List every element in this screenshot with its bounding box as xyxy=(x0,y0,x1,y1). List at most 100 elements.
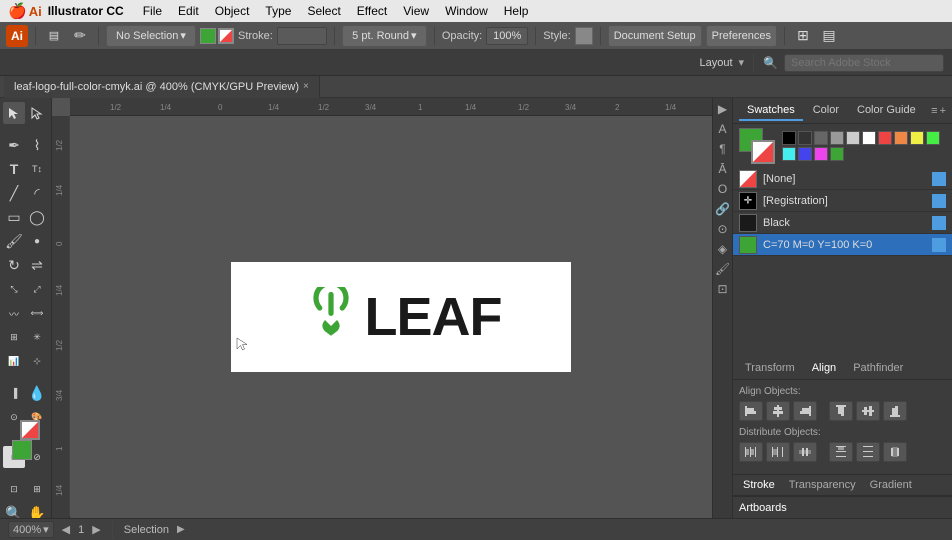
tab-gradient[interactable]: Gradient xyxy=(864,477,918,493)
touch-type-btn[interactable]: T↕ xyxy=(26,158,48,180)
tab-transform[interactable]: Transform xyxy=(737,360,803,376)
align-center-horizontal-btn[interactable] xyxy=(766,401,790,421)
style-swatch[interactable] xyxy=(575,27,593,45)
panel-menu-icon[interactable]: ≡ xyxy=(931,105,937,117)
mesh-tool-btn[interactable]: ⊹ xyxy=(26,350,48,372)
menu-object[interactable]: Object xyxy=(208,2,257,20)
free-transform-btn[interactable]: ⊞ xyxy=(3,326,25,348)
swatch-registration[interactable]: ✛ [Registration] xyxy=(733,190,952,212)
swatch-cell[interactable] xyxy=(926,131,940,145)
panel-icon-char[interactable]: Ā xyxy=(718,162,726,176)
panel-icon-artboards[interactable]: ⊡ xyxy=(717,282,727,296)
selection-tool-btn[interactable] xyxy=(3,102,25,124)
search-input[interactable] xyxy=(791,57,937,69)
swatch-cell[interactable] xyxy=(782,131,796,145)
paintbrush-tool-btn[interactable]: 🖌 xyxy=(3,230,25,252)
align-bottom-btn[interactable] xyxy=(883,401,907,421)
paint-brush-btn[interactable]: ✏ xyxy=(69,25,91,47)
panel-icon-appearance[interactable]: ⊙ xyxy=(717,222,727,236)
arrange-icons[interactable]: ⊞ xyxy=(792,25,814,47)
artboard-tool-btn[interactable]: ⊡ xyxy=(3,478,25,500)
panel-icon-brushes[interactable]: 🖌 xyxy=(715,262,730,276)
hand-tool-btn[interactable]: ✋ xyxy=(26,502,48,518)
tab-close-btn[interactable]: × xyxy=(303,81,309,92)
panel-new-icon[interactable]: + xyxy=(940,105,946,117)
slice-tool-btn[interactable]: ⊞ xyxy=(26,478,48,500)
graph-tool-btn[interactable]: 📊 xyxy=(3,350,25,372)
align-right-btn[interactable] xyxy=(793,401,817,421)
swatch-cell[interactable] xyxy=(830,147,844,161)
tab-transparency[interactable]: Transparency xyxy=(783,477,862,493)
eyedropper-tool-btn[interactable]: 💧 xyxy=(26,382,48,404)
distribute-bottom-btn[interactable] xyxy=(883,442,907,462)
reshape-tool-btn[interactable]: ⤢ xyxy=(26,278,48,300)
menu-help[interactable]: Help xyxy=(497,2,536,20)
document-tab[interactable]: leaf-logo-full-color-cmyk.ai @ 400% (CMY… xyxy=(4,76,320,98)
rotate-tool-btn[interactable]: ↻ xyxy=(3,254,25,276)
no-selection-dropdown[interactable]: No Selection ▾ xyxy=(106,25,196,47)
swatch-cell[interactable] xyxy=(830,131,844,145)
tab-stroke[interactable]: Stroke xyxy=(737,477,781,493)
screen-mode-btn[interactable]: ▤ xyxy=(43,25,65,47)
swatch-black[interactable]: Black xyxy=(733,212,952,234)
blob-tool-btn[interactable]: ● xyxy=(26,230,48,252)
ellipse-tool-btn[interactable]: ◯ xyxy=(26,206,48,228)
swatch-cell[interactable] xyxy=(814,147,828,161)
menu-window[interactable]: Window xyxy=(438,2,495,20)
rectangle-tool-btn[interactable]: ▭ xyxy=(3,206,25,228)
menu-select[interactable]: Select xyxy=(300,2,347,20)
align-top-btn[interactable] xyxy=(829,401,853,421)
direct-selection-tool-btn[interactable] xyxy=(26,102,48,124)
tab-pathfinder[interactable]: Pathfinder xyxy=(845,360,911,376)
zoom-control[interactable]: 400% ▾ xyxy=(8,521,54,538)
width-tool-btn[interactable]: ⟺ xyxy=(26,302,48,324)
puppet-warp-btn[interactable]: ✳ xyxy=(26,326,48,348)
menu-type[interactable]: Type xyxy=(258,2,298,20)
panel-toggle[interactable]: ▤ xyxy=(818,25,840,47)
swatch-none[interactable]: [None] xyxy=(733,168,952,190)
panel-icon-type[interactable]: A xyxy=(718,122,726,136)
swatch-cell[interactable] xyxy=(846,131,860,145)
stroke-weight-dropdown[interactable]: 5 pt. Round ▾ xyxy=(342,25,427,47)
line-tool-btn[interactable]: ╱ xyxy=(3,182,25,204)
swatch-cell[interactable] xyxy=(814,131,828,145)
menu-edit[interactable]: Edit xyxy=(171,2,206,20)
tab-align[interactable]: Align xyxy=(804,360,844,376)
align-left-btn[interactable] xyxy=(739,401,763,421)
align-center-vertical-btn[interactable] xyxy=(856,401,880,421)
distribute-top-btn[interactable] xyxy=(829,442,853,462)
distribute-right-btn[interactable] xyxy=(793,442,817,462)
stroke-color-swatch[interactable] xyxy=(218,28,234,44)
gradient-tool-btn[interactable]: ▐ xyxy=(3,382,25,404)
tab-color[interactable]: Color xyxy=(805,101,847,121)
warp-tool-btn[interactable]: 〰 xyxy=(3,302,25,324)
canvas-content[interactable]: LEAF xyxy=(70,116,732,518)
next-page-btn[interactable]: ▶ xyxy=(92,523,100,536)
tab-swatches[interactable]: Swatches xyxy=(739,101,803,121)
swatch-cell[interactable] xyxy=(910,131,924,145)
fill-color-swatch[interactable] xyxy=(200,28,216,44)
curvature-tool-btn[interactable]: ⌇ xyxy=(26,134,48,156)
swatch-cell[interactable] xyxy=(894,131,908,145)
reflect-tool-btn[interactable]: ⇌ xyxy=(26,254,48,276)
panel-icon-paragraph[interactable]: ¶ xyxy=(719,142,725,156)
menu-view[interactable]: View xyxy=(396,2,436,20)
tab-color-guide[interactable]: Color Guide xyxy=(849,101,924,121)
swatch-cell[interactable] xyxy=(878,131,892,145)
swatch-cell[interactable] xyxy=(862,131,876,145)
arc-tool-btn[interactable]: ◜ xyxy=(26,182,48,204)
prev-page-btn[interactable]: ◀ xyxy=(62,523,70,536)
type-tool-btn[interactable]: T xyxy=(3,158,25,180)
preferences-btn[interactable]: Preferences xyxy=(706,25,777,47)
swatch-cell[interactable] xyxy=(798,147,812,161)
status-arrow-btn[interactable]: ▶ xyxy=(177,524,185,535)
panel-icon-play[interactable]: ▶ xyxy=(718,102,727,116)
menu-effect[interactable]: Effect xyxy=(350,2,394,20)
distribute-center-v-btn[interactable] xyxy=(856,442,880,462)
zoom-tool-btn[interactable]: 🔍 xyxy=(3,502,25,518)
scale-tool-btn[interactable]: ⤡ xyxy=(3,278,25,300)
document-setup-btn[interactable]: Document Setup xyxy=(608,25,702,47)
pen-tool-btn[interactable]: ✒ xyxy=(3,134,25,156)
swatch-cell[interactable] xyxy=(782,147,796,161)
panel-icon-opentype[interactable]: O xyxy=(718,182,727,196)
